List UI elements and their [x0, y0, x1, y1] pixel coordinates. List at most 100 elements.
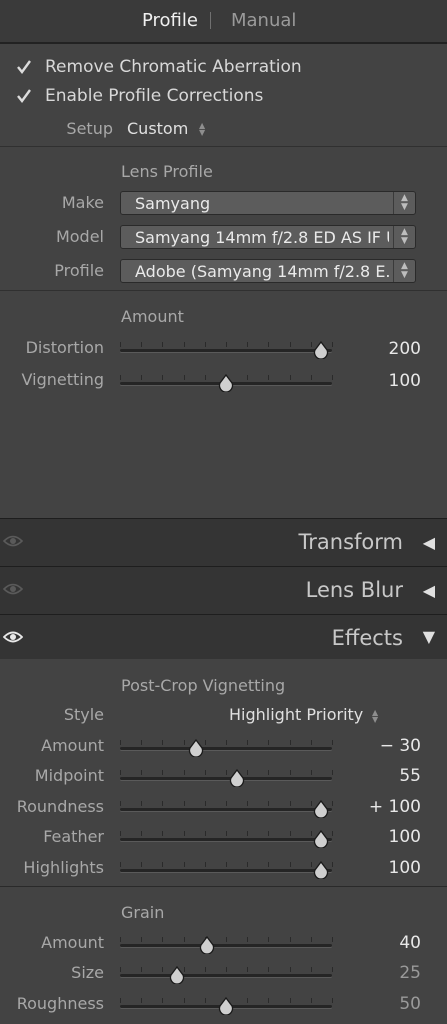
slider-track[interactable]: [120, 869, 332, 872]
slider-tick: [141, 375, 143, 380]
checkmark-icon: [17, 89, 31, 103]
slider-track[interactable]: [120, 747, 332, 750]
effects-panel: Post-Crop Vignetting Style Highlight Pri…: [0, 659, 447, 1024]
enable-profile-label[interactable]: Enable Profile Corrections: [45, 86, 263, 106]
tab-manual[interactable]: Manual: [231, 10, 296, 31]
grain-size-slider[interactable]: [120, 963, 333, 984]
effects-section-header[interactable]: Effects ▼: [0, 614, 447, 661]
slider-tick: [310, 937, 312, 942]
slider-tick: [226, 342, 227, 347]
slider-tick: [226, 740, 227, 745]
slider-track[interactable]: [120, 777, 332, 780]
slider-tick: [332, 862, 333, 867]
feather-slider[interactable]: [120, 827, 333, 848]
model-select[interactable]: Samyang 14mm f/2.8 ED AS IF U... ▲ ▼: [120, 225, 416, 249]
slider-thumb[interactable]: [188, 739, 204, 757]
collapse-arrow-icon: ◀: [422, 533, 435, 552]
slider-tick: [247, 770, 249, 775]
slider-tick: [183, 998, 185, 1003]
slider-tick: [268, 770, 270, 775]
lens-blur-section-header[interactable]: Lens Blur ◀: [0, 566, 447, 615]
roundness-slider[interactable]: [120, 797, 333, 818]
up-down-arrows-icon[interactable]: ▲ ▼: [372, 709, 378, 724]
slider-ticks: [120, 801, 333, 806]
make-select[interactable]: Samyang ▲ ▼: [120, 191, 416, 215]
slider-tick: [183, 801, 185, 806]
slider-tick: [247, 831, 249, 836]
slider-tick: [310, 862, 312, 867]
profile-select[interactable]: Adobe (Samyang 14mm f/2.8 E... ▲ ▼: [120, 259, 416, 283]
up-down-arrows-icon: ▲ ▼: [393, 192, 415, 214]
remove-ca-label[interactable]: Remove Chromatic Aberration: [45, 57, 302, 77]
slider-thumb[interactable]: [313, 830, 329, 848]
eye-icon[interactable]: [3, 534, 23, 548]
grain-amount-value[interactable]: 40: [399, 933, 421, 953]
slider-ticks: [120, 740, 333, 745]
slider-thumb[interactable]: [218, 997, 234, 1015]
slider-tick: [162, 937, 164, 942]
slider-tick: [162, 801, 164, 806]
grain-roughness-value[interactable]: 50: [399, 994, 421, 1014]
slider-tick: [332, 998, 333, 1003]
setup-value[interactable]: Custom: [127, 119, 188, 138]
vignetting-slider[interactable]: [120, 371, 333, 392]
slider-tick: [204, 862, 206, 867]
feather-label: Feather: [43, 827, 104, 846]
feather-value[interactable]: 100: [389, 827, 421, 847]
slider-tick: [247, 342, 249, 347]
grain-size-value[interactable]: 25: [399, 963, 421, 983]
slider-tick: [141, 998, 143, 1003]
pcv-amount-slider[interactable]: [120, 736, 333, 757]
slider-thumb[interactable]: [313, 800, 329, 818]
grain-size-label: Size: [71, 963, 104, 982]
slider-thumb[interactable]: [199, 936, 215, 954]
slider-tick: [183, 831, 185, 836]
slider-thumb[interactable]: [218, 374, 234, 392]
slider-tick: [183, 342, 185, 347]
grain-amount-slider[interactable]: [120, 933, 333, 954]
midpoint-value[interactable]: 55: [399, 766, 421, 786]
slider-thumb[interactable]: [229, 769, 245, 787]
up-down-arrows-icon[interactable]: ▲ ▼: [199, 122, 205, 137]
slider-track[interactable]: [120, 808, 332, 811]
eye-icon[interactable]: [3, 582, 23, 596]
slider-track[interactable]: [120, 349, 332, 352]
slider-track[interactable]: [120, 944, 332, 947]
slider-thumb[interactable]: [169, 966, 185, 984]
slider-thumb[interactable]: [313, 341, 329, 359]
eye-icon[interactable]: [3, 630, 23, 644]
up-down-arrows-icon: ▲ ▼: [393, 226, 415, 248]
vignetting-value[interactable]: 100: [389, 371, 421, 391]
slider-tick: [162, 998, 164, 1003]
slider-tick: [332, 967, 333, 972]
slider-tick: [332, 375, 333, 380]
slider-tick: [289, 342, 291, 347]
slider-tick: [141, 831, 143, 836]
remove-ca-checkbox[interactable]: [16, 59, 32, 75]
style-value[interactable]: Highlight Priority: [229, 705, 363, 724]
slider-tick: [120, 967, 121, 972]
grain-roughness-slider[interactable]: [120, 994, 333, 1015]
slider-tick: [183, 740, 185, 745]
midpoint-slider[interactable]: [120, 766, 333, 787]
checkmark-icon: [17, 60, 31, 74]
slider-tick: [204, 770, 206, 775]
slider-tick: [268, 375, 270, 380]
transform-section-header[interactable]: Transform ◀: [0, 518, 447, 567]
highlights-slider[interactable]: [120, 858, 333, 879]
slider-tick: [120, 937, 121, 942]
highlights-value[interactable]: 100: [389, 858, 421, 878]
slider-thumb[interactable]: [313, 861, 329, 879]
enable-profile-checkbox[interactable]: [16, 88, 32, 104]
slider-track[interactable]: [120, 974, 332, 977]
pcv-amount-value[interactable]: − 30: [380, 736, 421, 756]
tab-profile[interactable]: Profile: [142, 10, 198, 31]
slider-tick: [120, 375, 121, 380]
slider-tick: [268, 831, 270, 836]
distortion-slider[interactable]: [120, 338, 333, 359]
slider-tick: [204, 342, 206, 347]
slider-track[interactable]: [120, 838, 332, 841]
distortion-value[interactable]: 200: [389, 339, 421, 359]
slider-tick: [310, 967, 312, 972]
roundness-value[interactable]: + 100: [369, 797, 421, 817]
